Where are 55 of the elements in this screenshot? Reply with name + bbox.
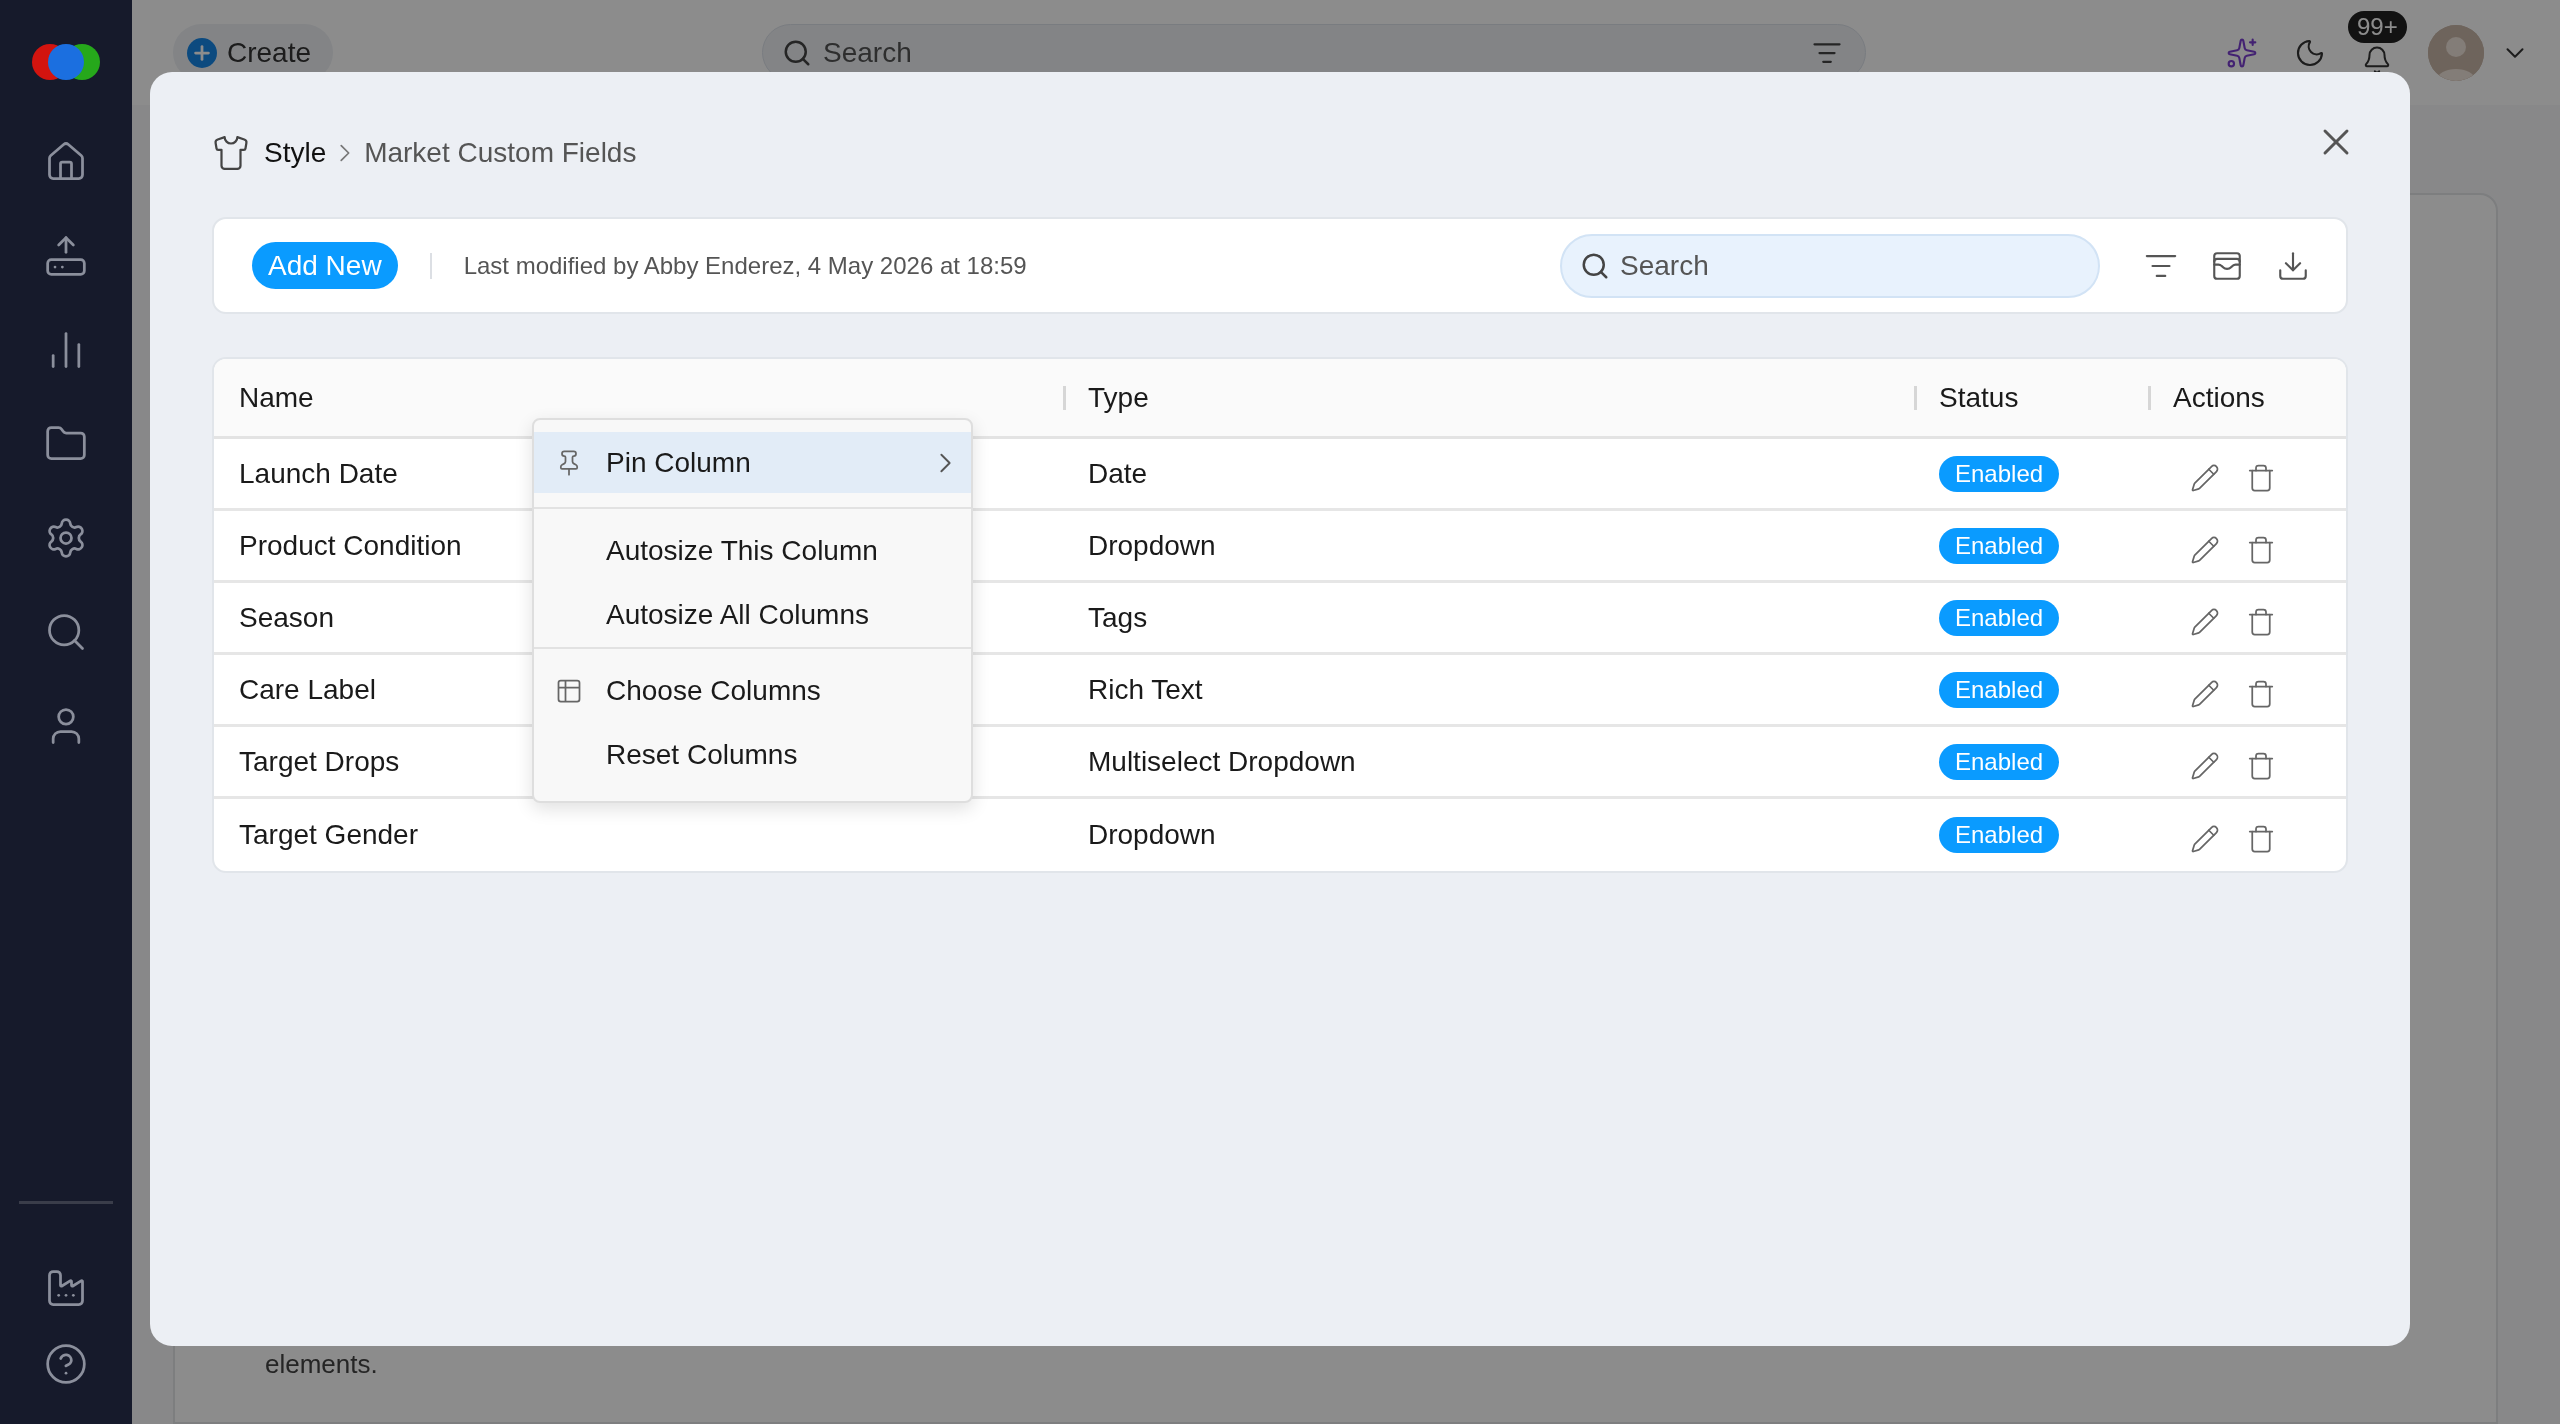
chevron-right-icon (940, 452, 951, 473)
edit-button[interactable] (2190, 534, 2220, 565)
table-icon (555, 677, 583, 705)
table-cell: Season (239, 601, 334, 634)
table-cell: Dropdown (1088, 819, 1216, 851)
status-badge: Enabled (1939, 671, 2060, 708)
table-cell: Date (1088, 457, 1148, 490)
menu-item[interactable]: Choose Columns (534, 659, 971, 723)
sparkle-icon[interactable] (2226, 36, 2258, 69)
table-cell: Multiselect Dropdown (1088, 745, 1356, 778)
table-cell: Tags (1088, 601, 1148, 634)
menu-item[interactable]: Reset Columns (534, 723, 971, 787)
table-cell: Launch Date (239, 457, 398, 490)
delete-button[interactable] (2246, 678, 2276, 709)
edit-button[interactable] (2190, 750, 2220, 781)
plus-icon (187, 37, 217, 68)
help-icon[interactable] (44, 1342, 88, 1386)
status-badge: Enabled (1939, 817, 2060, 853)
status-badge: Enabled (1939, 599, 2060, 636)
table-cell: Rich Text (1088, 673, 1203, 706)
body-text: elements. (265, 1349, 378, 1380)
edit-button[interactable] (2190, 678, 2220, 709)
delete-button[interactable] (2246, 534, 2276, 565)
table-cell: Care Label (239, 673, 376, 706)
breadcrumb-item: Market Custom Fields (364, 137, 637, 169)
breadcrumb-item[interactable]: Style (264, 137, 327, 169)
delete-button[interactable] (2246, 606, 2276, 637)
column-header[interactable]: Name (239, 381, 314, 414)
table-cell: Target Gender (239, 819, 418, 851)
logo-icon[interactable] (30, 42, 102, 82)
edit-button[interactable] (2190, 606, 2220, 637)
column-header[interactable]: Status (1939, 381, 2019, 414)
menu-item[interactable]: Autosize This Column (534, 519, 971, 583)
delete-button[interactable] (2246, 750, 2276, 781)
status-badge: Enabled (1939, 743, 2060, 780)
column-header[interactable]: Actions (2173, 381, 2265, 414)
search-field[interactable]: Search (1560, 233, 2100, 298)
shirt-icon (212, 134, 250, 172)
last-modified-text: Last modified by Abby Enderez, 4 May 2026 at 18:59 (463, 251, 1027, 280)
table-cell: Product Condition (239, 529, 462, 562)
status-badge: Enabled (1939, 527, 2060, 564)
upload-icon[interactable] (44, 234, 88, 278)
table-cell: Target Drops (239, 745, 400, 778)
table-cell: Dropdown (1088, 529, 1216, 562)
column-header[interactable]: Type (1088, 381, 1149, 414)
status-badge: Enabled (1939, 455, 2060, 492)
bell-icon[interactable] (2362, 44, 2392, 75)
delete-button[interactable] (2246, 824, 2276, 854)
delete-button[interactable] (2246, 462, 2276, 493)
chevron-right-icon (340, 144, 351, 162)
menu-item[interactable]: Autosize All Columns (534, 583, 971, 647)
edit-button[interactable] (2190, 824, 2220, 854)
notification-badge: 99+ (2348, 10, 2407, 43)
menu-item[interactable]: Pin Column (534, 432, 971, 493)
edit-button[interactable] (2190, 462, 2220, 493)
